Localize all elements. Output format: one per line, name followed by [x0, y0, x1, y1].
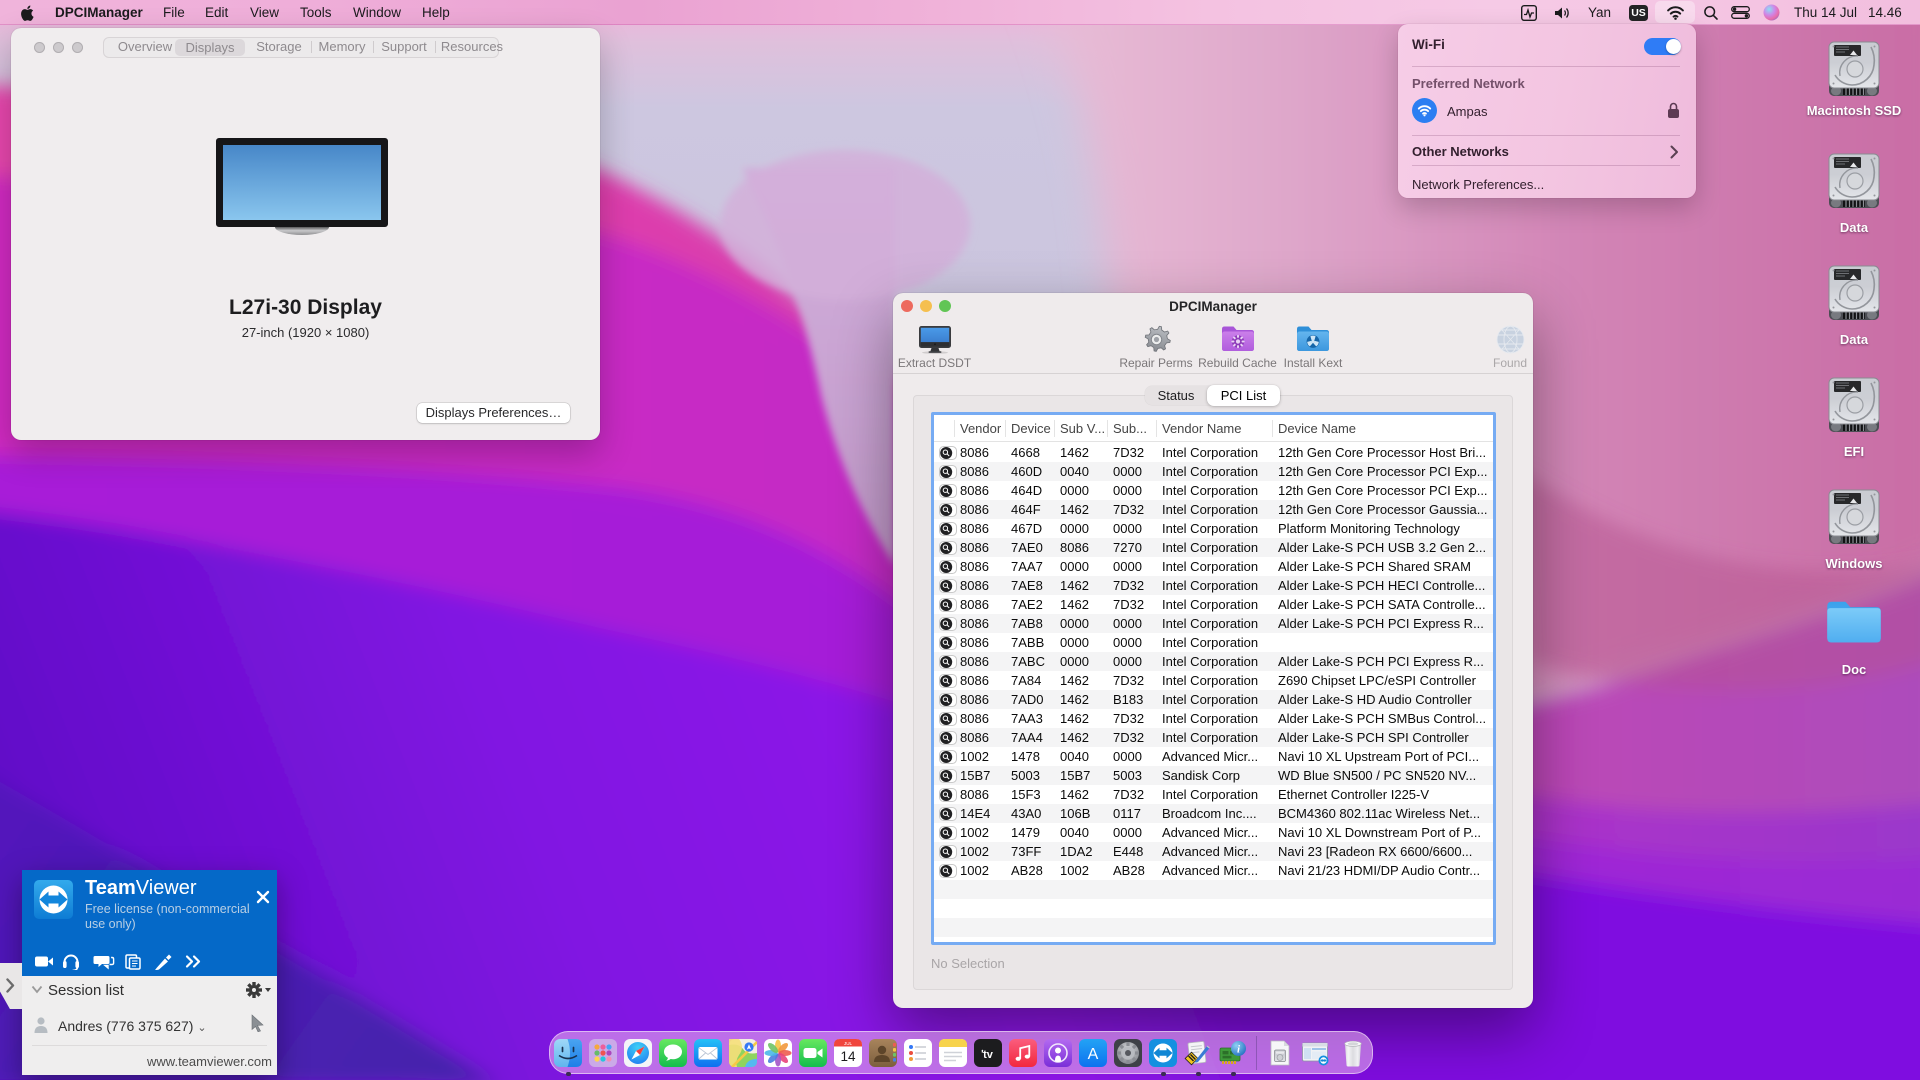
- svg-text:14: 14: [840, 1049, 856, 1064]
- svg-text:tv: tv: [983, 1049, 994, 1061]
- svg-text:A: A: [1088, 1046, 1099, 1063]
- svg-text:JUL: JUL: [844, 1041, 853, 1046]
